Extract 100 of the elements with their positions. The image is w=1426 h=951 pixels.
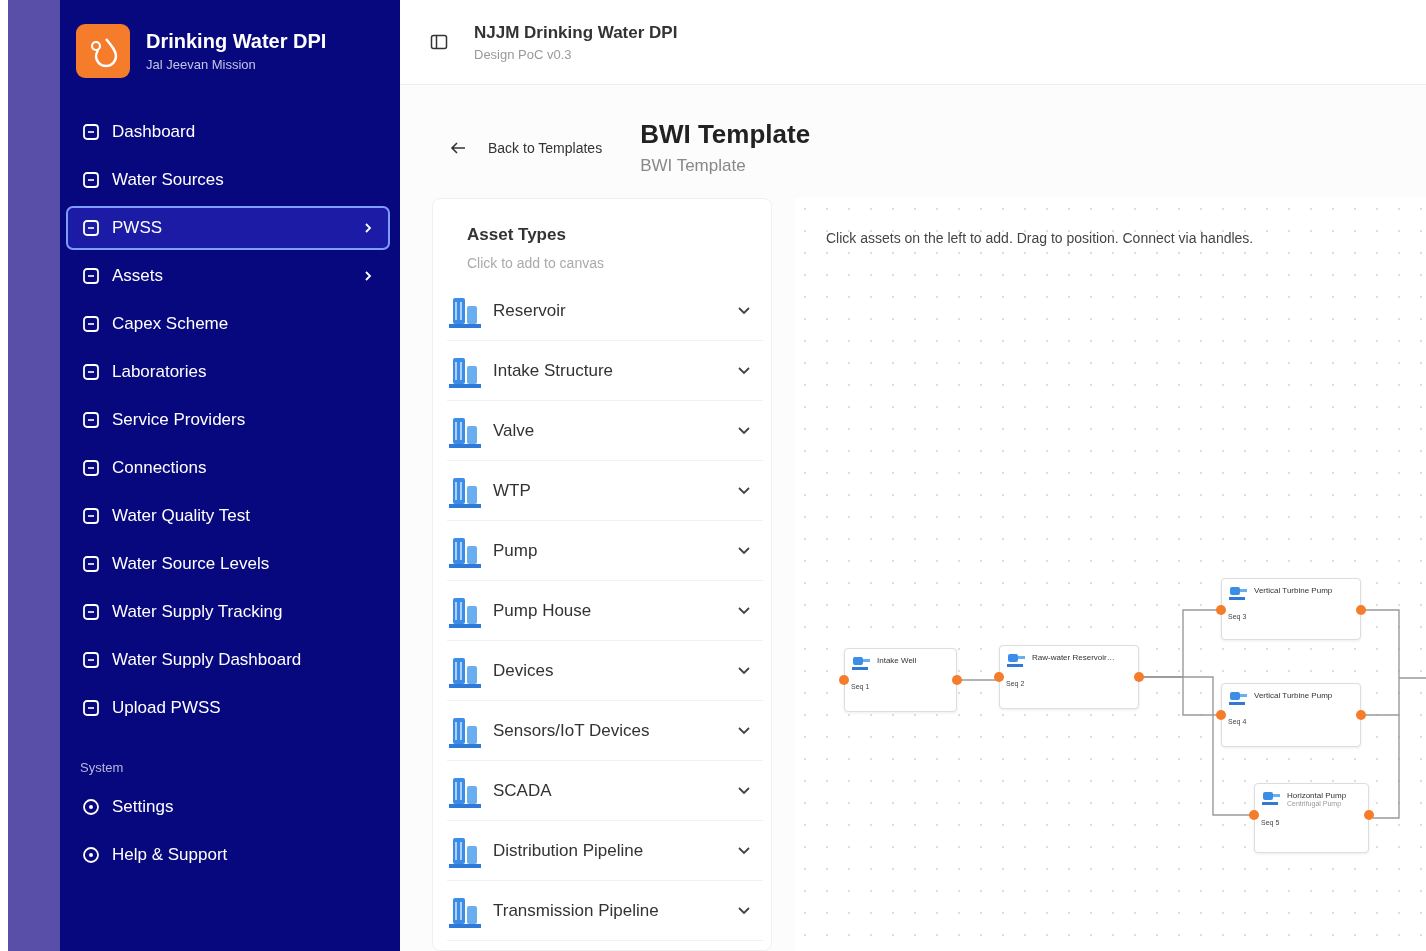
canvas-hint: Click assets on the left to add. Drag to position. Connect via handles. [826,230,1254,246]
chevron-down-icon[interactable] [737,905,751,916]
circle-icon [82,798,100,816]
chevron-down-icon[interactable] [737,665,751,676]
chevron-down-icon[interactable] [737,785,751,796]
app-title: NJJM Drinking Water DPI [474,22,678,43]
asset-label: WTP [493,480,532,501]
page-title: BWI Template [640,119,811,150]
asset-label: Pump House [493,600,593,621]
node-title: Horizontal Pump [1287,790,1347,800]
square-icon [82,459,100,477]
chevron-down-icon[interactable] [737,545,751,556]
asset-type-item[interactable]: Transmission Pipeline [447,881,763,941]
asset-type-item[interactable]: Sensors/IoT Devices [447,701,763,761]
connection-handle[interactable] [994,672,1004,682]
nav-item[interactable]: Water Supply Tracking [66,590,390,634]
panel-hint: Click to add to canvas [466,254,605,273]
nav-label: Dashboard [112,122,197,142]
connection-handle[interactable] [952,675,962,685]
nav-item[interactable]: Upload PWSS [66,686,390,730]
asset-label: Devices [493,660,555,681]
asset-label: Valve [493,420,536,441]
arrow-left-icon [450,140,466,155]
nav-item[interactable]: Capex Scheme [66,302,390,346]
nav-item[interactable]: Water Quality Test [66,494,390,538]
nav-item[interactable]: PWSS [66,206,390,250]
asset-label: Intake Structure [493,360,614,381]
nav-item[interactable]: Connections [66,446,390,490]
asset-label: Pump [493,540,539,561]
square-icon [82,123,100,141]
connection-handle[interactable] [839,675,849,685]
chevron-right-icon [362,222,374,234]
nav-item[interactable]: Laboratories [66,350,390,394]
connection-handle[interactable] [1216,605,1226,615]
chevron-down-icon[interactable] [737,725,751,736]
nav-label: Water Supply Tracking [112,602,284,622]
nav-item[interactable]: Water Source Levels [66,542,390,586]
asset-type-item[interactable]: Valve [447,401,763,461]
asset-type-item[interactable]: Pump [447,521,763,581]
section-label: System [79,759,125,777]
node-title: Vertical Turbine Pump [1254,690,1333,700]
nav-label: Water Source Levels [112,554,271,574]
connection-handle[interactable] [1249,810,1259,820]
asset-type-item[interactable]: WTP [447,461,763,521]
square-icon [82,555,100,573]
nav-item[interactable]: Service Providers [66,398,390,442]
asset-type-item[interactable]: Distribution Pipeline [447,821,763,881]
chevron-down-icon[interactable] [737,425,751,436]
node-title: Raw-water Reservoir… [1032,652,1115,662]
square-icon [82,603,100,621]
chevron-down-icon[interactable] [737,485,751,496]
node-title: Vertical Turbine Pump [1254,585,1333,595]
nav-label: Help & Support [112,845,229,865]
chevron-down-icon[interactable] [737,845,751,856]
connection-handle[interactable] [1364,810,1374,820]
nav-item[interactable]: Water Sources [66,158,390,202]
nav-label: Upload PWSS [112,698,222,718]
connection-handle[interactable] [1134,672,1144,682]
chevron-down-icon[interactable] [737,305,751,316]
chevron-right-icon [362,270,374,282]
circle-icon [82,846,100,864]
connection-handle[interactable] [1356,605,1366,615]
nav-label: Water Quality Test [112,506,251,526]
asset-label: Distribution Pipeline [493,840,645,861]
square-icon [82,651,100,669]
sidebar-toggle-icon[interactable] [430,33,448,51]
square-icon [82,411,100,429]
connection-handle[interactable] [1356,710,1366,720]
nav-item[interactable]: Dashboard [66,110,390,154]
square-icon [82,699,100,717]
nav-label: Water Sources [112,170,225,190]
nav-item[interactable]: Water Supply Dashboard [66,638,390,682]
nav-label: Water Supply Dashboard [112,650,303,670]
connection-handle[interactable] [1216,710,1226,720]
nav-item[interactable]: Settings [66,785,390,829]
nav-label: Laboratories [112,362,208,382]
water-drop-logo-icon [76,24,130,78]
square-icon [82,363,100,381]
square-icon [82,315,100,333]
asset-type-item[interactable]: SCADA [447,761,763,821]
nav-label: PWSS [112,218,164,238]
app-subtitle: Design PoC v0.3 [474,46,573,62]
chevron-down-icon[interactable] [737,365,751,376]
brand-subtitle: Jal Jeevan Mission [146,57,257,72]
asset-type-item[interactable]: Reservoir [447,281,763,341]
asset-type-item[interactable]: Pump House [447,581,763,641]
nav-label: Assets [112,266,165,286]
chevron-down-icon[interactable] [737,605,751,616]
nav-item[interactable]: Help & Support [66,833,390,877]
square-icon [82,171,100,189]
square-icon [82,267,100,285]
asset-label: Reservoir [493,300,567,321]
nav-label: Settings [112,797,175,817]
nav-item[interactable]: Assets [66,254,390,298]
asset-type-item[interactable]: Devices [447,641,763,701]
asset-type-item[interactable]: Intake Structure [447,341,763,401]
nav-label: Capex Scheme [112,314,230,334]
back-link[interactable]: Back to Templates [450,139,603,156]
panel-title: Asset Types [466,225,567,245]
nav-label: Service Providers [112,410,247,430]
